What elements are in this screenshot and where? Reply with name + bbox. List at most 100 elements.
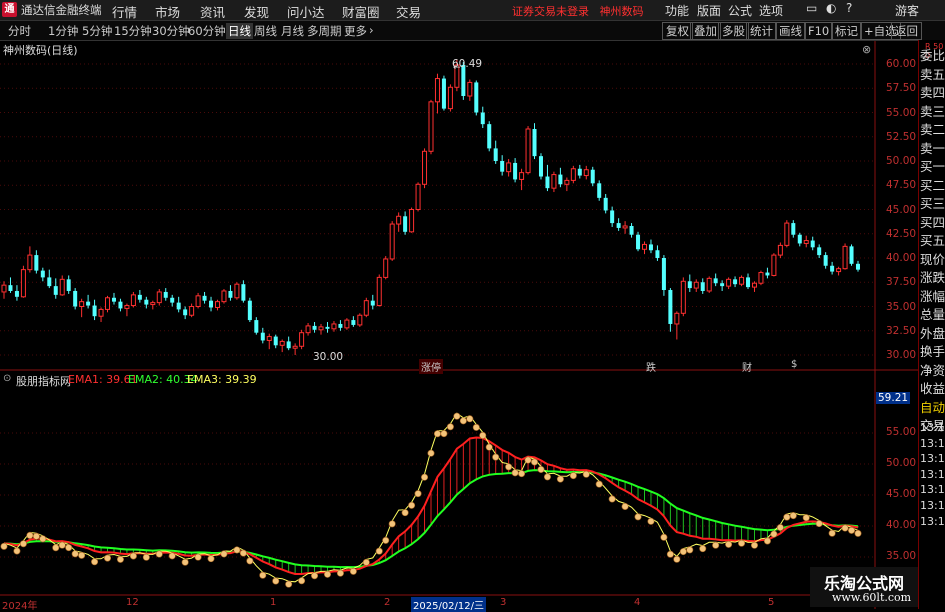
candle-body: [700, 282, 705, 291]
period-more[interactable]: 更多: [344, 23, 367, 39]
event-finance[interactable]: 财: [742, 359, 752, 374]
signal-marker: [621, 502, 629, 510]
signal-marker: [453, 412, 461, 420]
signal-marker: [595, 480, 603, 488]
period-monthly[interactable]: 月线: [281, 23, 304, 39]
sub-y-tick: 45.00: [886, 488, 917, 500]
back-button[interactable]: 返回: [891, 22, 922, 40]
chart-canvas[interactable]: [0, 41, 918, 609]
signal-marker: [446, 423, 454, 431]
event-dollar[interactable]: $: [791, 359, 797, 370]
side-panel-item: 现价: [920, 251, 945, 267]
app-name: 通达信金融终端: [21, 3, 102, 17]
candle-body: [1, 284, 7, 293]
candle-body: [532, 128, 537, 157]
candle-body: [797, 234, 802, 244]
candle-body: [383, 258, 389, 278]
login-notice[interactable]: 证券交易未登录 神州数码: [512, 3, 644, 19]
period-weekly[interactable]: 周线: [254, 23, 277, 39]
menu-function[interactable]: 功能: [665, 2, 689, 19]
event-drop[interactable]: 跌: [646, 359, 656, 374]
period-30min[interactable]: 30分钟: [152, 23, 190, 39]
date-tick: 2024年: [2, 601, 38, 612]
signal-marker: [679, 548, 687, 556]
candle-body: [163, 291, 168, 298]
signal-marker: [52, 544, 60, 552]
signal-marker: [26, 531, 34, 539]
signal-marker: [375, 547, 383, 555]
skin-icon[interactable]: ◐: [826, 1, 836, 15]
menu-wealth[interactable]: 财富圈: [342, 2, 380, 21]
signal-marker: [91, 558, 99, 566]
period-intraday[interactable]: 分时: [8, 23, 31, 39]
y-tick: 37.50: [886, 276, 917, 288]
menu-market[interactable]: 市场: [155, 2, 180, 21]
signal-marker: [854, 529, 862, 537]
side-panel-item: 13:12: [920, 421, 945, 434]
period-daily[interactable]: 日线: [226, 23, 253, 39]
signal-marker: [433, 430, 441, 438]
menu-quotes[interactable]: 行情: [112, 2, 137, 21]
signal-marker: [142, 553, 150, 561]
signal-marker: [802, 514, 810, 522]
date-tick: 2: [384, 597, 391, 608]
candle-body: [73, 290, 78, 307]
candle-body: [680, 280, 686, 314]
signal-marker: [414, 490, 422, 498]
candle-body: [318, 326, 324, 331]
more-chevron-icon[interactable]: ›: [369, 23, 374, 37]
f10-button[interactable]: F10: [804, 22, 834, 40]
candle-body: [228, 290, 233, 298]
side-panel-item: 卖二: [920, 122, 945, 137]
menu-layout[interactable]: 版面: [697, 2, 721, 19]
signal-marker: [71, 550, 79, 558]
menu-options[interactable]: 选项: [759, 2, 783, 19]
period-5min[interactable]: 5分钟: [82, 23, 112, 39]
period-multi[interactable]: 多周期: [307, 23, 342, 39]
candle-body: [111, 297, 116, 302]
adjust-button[interactable]: 复权: [662, 22, 693, 40]
candle-body: [849, 246, 854, 264]
menu-ask[interactable]: 问小达: [287, 2, 325, 21]
side-panel-item: 13:13: [920, 467, 945, 481]
period-60min[interactable]: 60分钟: [188, 23, 226, 39]
signal-marker: [556, 475, 564, 483]
side-panel-item: 买三: [920, 196, 945, 211]
signal-marker: [673, 555, 681, 563]
menu-trade[interactable]: 交易: [396, 2, 421, 21]
help-icon[interactable]: ?: [846, 1, 852, 15]
candle-body: [784, 222, 790, 246]
menu-discover[interactable]: 发现: [244, 2, 269, 21]
candle-body: [842, 245, 848, 270]
candle-body: [357, 314, 363, 326]
candle-body: [254, 320, 259, 333]
signal-marker: [543, 473, 551, 481]
settings-gear-icon[interactable]: ⊙: [3, 373, 11, 384]
sub-y-tick: 40.00: [886, 519, 917, 531]
statistics-button[interactable]: 统计: [746, 22, 777, 40]
mark-button[interactable]: 标记: [831, 22, 862, 40]
candle-body: [693, 281, 699, 289]
guest-user[interactable]: 游客: [895, 2, 919, 19]
y-tick: 57.50: [886, 82, 917, 94]
signal-marker: [770, 530, 778, 538]
draw-line-button[interactable]: 画线: [775, 22, 806, 40]
side-panel-item: 涨跌: [920, 270, 945, 285]
signal-marker: [776, 523, 784, 531]
candle-body: [803, 240, 809, 244]
signal-marker: [311, 572, 319, 580]
cursor-value: 59.21: [876, 392, 911, 404]
event-limit-up[interactable]: 涨停: [419, 359, 443, 374]
period-1min[interactable]: 1分钟: [48, 23, 78, 39]
overlay-button[interactable]: 叠加: [690, 22, 721, 40]
menu-news[interactable]: 资讯: [200, 2, 225, 21]
side-panel-item[interactable]: 自动: [920, 397, 945, 416]
message-icon[interactable]: ▭: [806, 1, 817, 15]
period-toolbar: 分时 1分钟 5分钟 15分钟 30分钟 60分钟 日线 周线 月线 多周期 更…: [0, 21, 945, 41]
signal-marker: [168, 552, 176, 560]
period-15min[interactable]: 15分钟: [114, 23, 152, 39]
menu-formula[interactable]: 公式: [728, 2, 752, 19]
low-label: 30.00: [313, 351, 344, 363]
candle-body: [176, 302, 181, 310]
multi-stock-button[interactable]: 多股: [718, 22, 749, 40]
